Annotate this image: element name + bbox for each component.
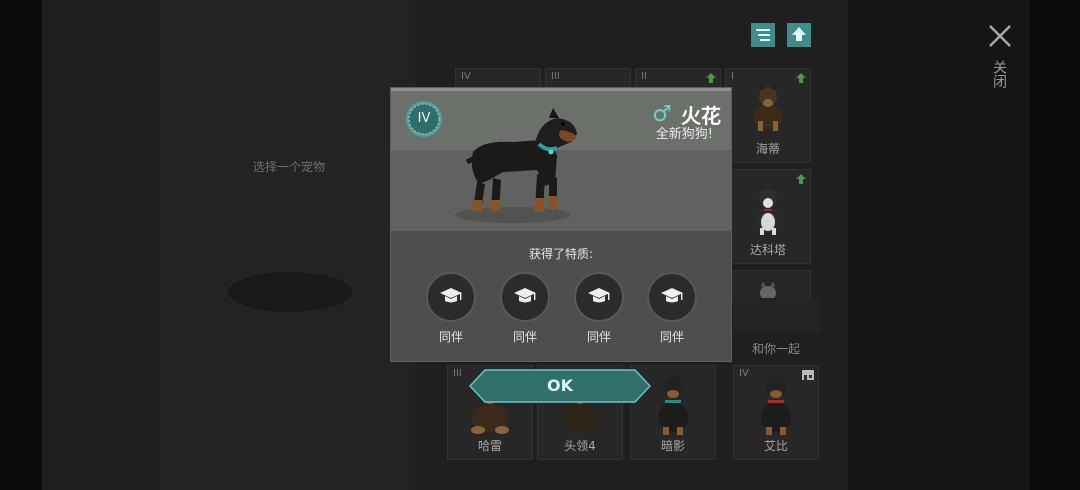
trait-circle	[647, 272, 697, 322]
trait-circle	[574, 272, 624, 322]
pet-name: 哈雷	[477, 439, 502, 453]
pet-name: 达科塔	[749, 243, 786, 257]
tier-badge: IV	[406, 101, 442, 137]
pet-card[interactable]	[725, 270, 811, 300]
rottweiler-dog-icon	[761, 376, 791, 435]
upgrade-arrow-icon	[796, 73, 806, 83]
right-edge	[1030, 0, 1080, 490]
new-dog-subtitle: 全新狗狗!	[655, 127, 713, 142]
trait-item[interactable]: 同伴	[645, 272, 699, 345]
trait-item[interactable]: 同伴	[424, 272, 478, 345]
tier-label: IV	[417, 111, 431, 126]
husky-dog-icon	[755, 183, 781, 235]
trait-item[interactable]: 同伴	[572, 272, 626, 345]
graduation-cap-icon	[514, 288, 536, 303]
team-slot	[733, 298, 821, 332]
graduation-cap-icon	[661, 288, 683, 303]
shepherd-dog-icon	[753, 82, 783, 131]
shop-icon	[802, 370, 814, 380]
tier-label: IV	[461, 71, 471, 82]
new-pet-dialog: IV ♂ 火花 全新狗狗! 获得了特质: 同伴 同伴 同伴 同伴	[390, 87, 732, 362]
pet-pedestal-shadow	[228, 272, 352, 312]
trait-item[interactable]: 同伴	[498, 272, 552, 345]
choose-pet-hint: 选择一个宠物	[253, 160, 326, 174]
together-label: 和你一起	[752, 342, 801, 356]
pet-card-dakota[interactable]: 达科塔	[725, 169, 811, 264]
traits-title: 获得了特质:	[528, 247, 594, 261]
dog-icon	[760, 281, 776, 299]
ok-button[interactable]: OK	[468, 369, 652, 403]
upgrade-arrow-icon	[796, 174, 806, 184]
tier-label: IV	[739, 368, 749, 379]
pet-name: 头领4	[564, 439, 596, 453]
left-edge	[0, 0, 42, 490]
close-label[interactable]: 关闭	[991, 60, 1007, 88]
trait-label: 同伴	[659, 330, 684, 344]
ok-label: OK	[547, 376, 573, 395]
pet-preview-area	[160, 0, 415, 490]
trait-circle	[500, 272, 550, 322]
sort-button[interactable]	[787, 23, 811, 47]
trait-label: 同伴	[512, 330, 537, 344]
close-icon[interactable]	[987, 23, 1013, 49]
trait-label: 同伴	[586, 330, 611, 344]
tier-label: II	[641, 71, 647, 82]
tier-label: III	[551, 71, 560, 82]
filter-list-icon	[756, 29, 770, 41]
trait-circle	[426, 272, 476, 322]
upload-arrow-icon	[792, 27, 806, 41]
rottweiler-dog-icon	[455, 108, 577, 223]
pet-name: 海蒂	[755, 142, 780, 156]
filter-button[interactable]	[751, 23, 775, 47]
pet-card-abby[interactable]: IV 艾比	[733, 365, 819, 460]
pet-card-heidi[interactable]: I 海蒂	[725, 68, 811, 163]
tier-label: I	[731, 71, 734, 82]
pet-showcase: IV ♂ 火花 全新狗狗!	[391, 88, 731, 231]
showcase-trim	[391, 88, 731, 91]
graduation-cap-icon	[588, 288, 610, 303]
rottweiler-dog-icon	[658, 376, 688, 435]
graduation-cap-icon	[440, 288, 462, 303]
pet-name: 艾比	[763, 439, 788, 453]
upgrade-arrow-icon	[706, 73, 716, 83]
trait-label: 同伴	[438, 330, 463, 344]
pet-name: 暗影	[660, 439, 685, 453]
